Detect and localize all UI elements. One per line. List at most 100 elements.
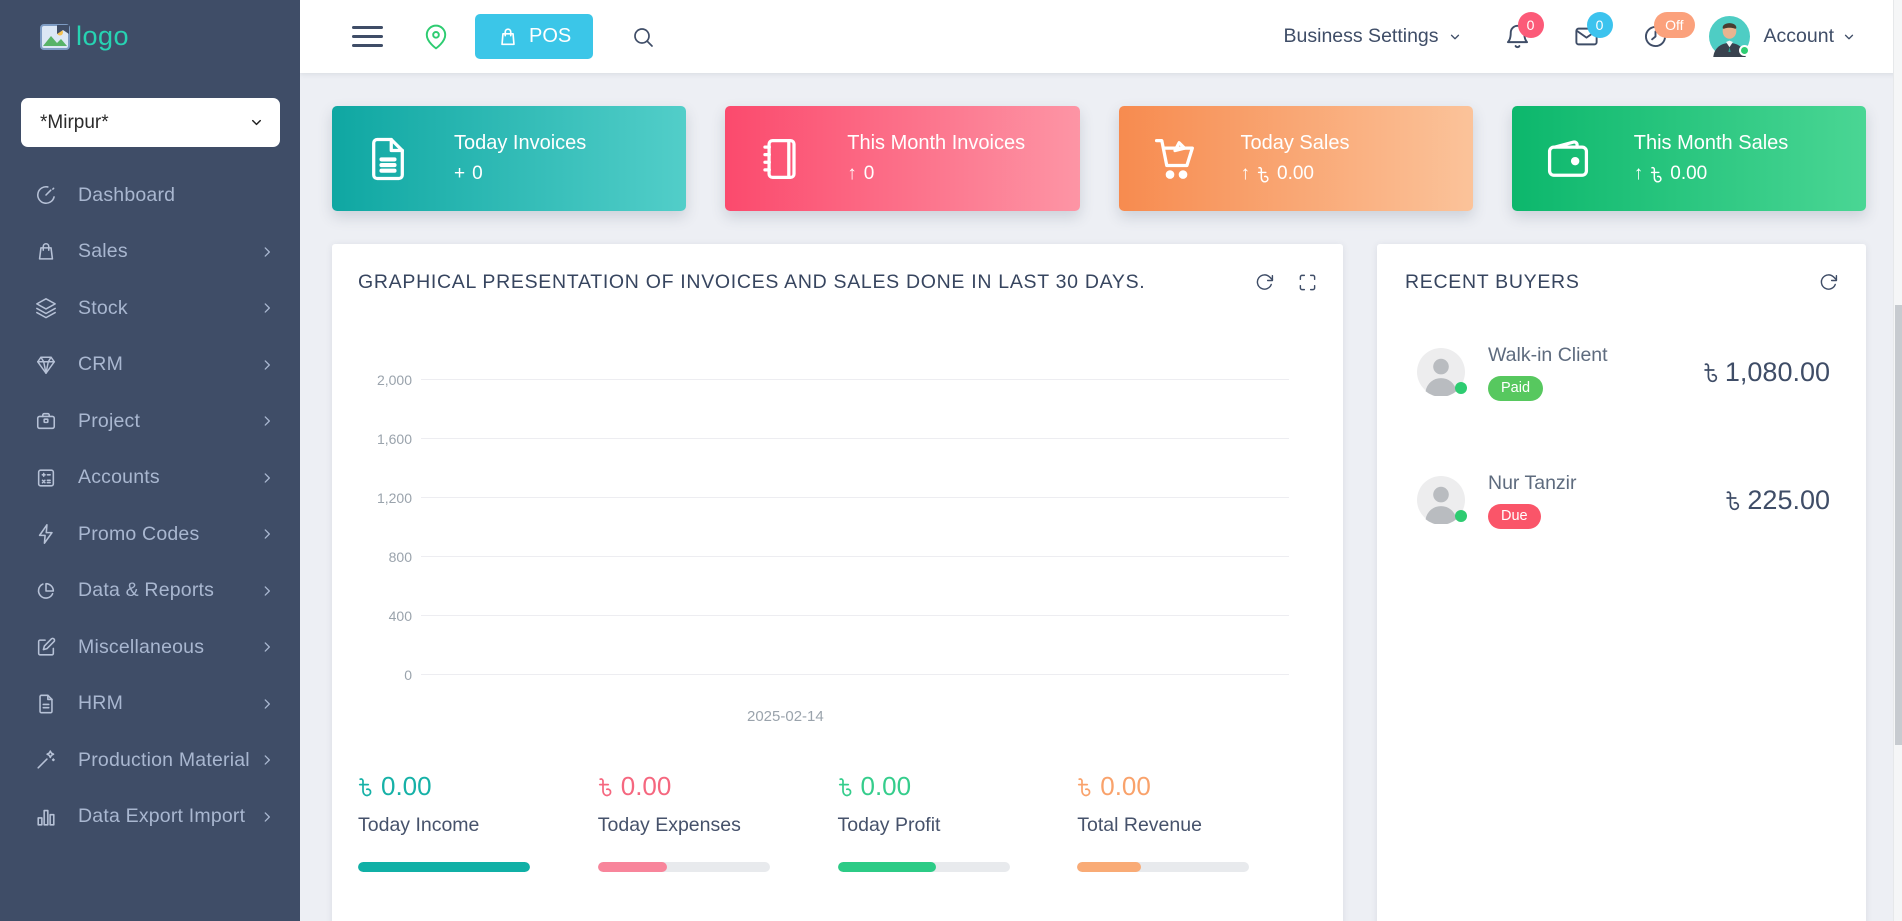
card-value: +0 — [454, 163, 483, 184]
buyer-list-item[interactable]: Walk-in Client Paid 1,080.00 — [1405, 322, 1838, 422]
chevron-right-icon — [260, 301, 274, 315]
hrm-icon — [34, 692, 58, 716]
buyer-list-item[interactable]: Nur Tanzir Due 225.00 — [1405, 450, 1838, 550]
taka-icon — [1725, 489, 1741, 512]
sidebar-item-project[interactable]: Project — [0, 393, 300, 450]
progress-bar — [837, 862, 1010, 872]
today-stats-row: 0.00 Today Income 0.00 Today Expenses 0.… — [358, 771, 1317, 872]
promo-codes-icon — [34, 522, 58, 546]
logo-image-icon — [40, 23, 70, 50]
status-badge: Due — [1488, 503, 1541, 529]
stat-total-revenue: 0.00 Total Revenue — [1077, 771, 1317, 872]
attendance-button[interactable]: Off — [1642, 12, 1695, 50]
progress-bar — [597, 862, 770, 872]
chevron-right-icon — [260, 414, 274, 428]
sidebar-item-label: Sales — [78, 240, 128, 263]
y-axis-tick: 2,000 — [376, 371, 412, 388]
status-badge: Paid — [1488, 375, 1544, 401]
chevron-right-icon — [260, 697, 274, 711]
online-status-dot — [1455, 510, 1467, 522]
sidebar-item-accounts[interactable]: Accounts — [0, 450, 300, 507]
progress-bar — [358, 862, 530, 872]
notifications-button[interactable]: 0 — [1504, 12, 1544, 50]
fullscreen-icon[interactable] — [1298, 273, 1317, 292]
messages-button[interactable]: 0 — [1573, 12, 1613, 50]
y-axis-tick: 800 — [388, 548, 412, 565]
shopping-bag-icon — [497, 26, 519, 48]
sidebar-item-miscellaneous[interactable]: Miscellaneous — [0, 619, 300, 676]
stat-value: 0.00 — [1077, 771, 1317, 802]
progress-bar — [1077, 862, 1250, 872]
sidebar-item-sales[interactable]: Sales — [0, 224, 300, 281]
messages-badge: 0 — [1586, 12, 1613, 38]
sidebar-item-data-export-import[interactable]: Data Export Import — [0, 789, 300, 846]
stock-icon — [34, 296, 58, 320]
sidebar-item-dashboard[interactable]: Dashboard — [0, 167, 300, 224]
page-scrollbar[interactable] — [1893, 0, 1902, 921]
scrollbar-thumb[interactable] — [1895, 305, 1902, 745]
refresh-icon[interactable] — [1255, 273, 1274, 292]
location-pin-icon[interactable] — [423, 24, 449, 50]
pos-button[interactable]: POS — [475, 14, 594, 59]
sales-icon — [34, 240, 58, 264]
stat-label: Today Expenses — [597, 814, 741, 836]
card-today-invoices: Today Invoices +0 — [332, 106, 687, 211]
sidebar-item-data-reports[interactable]: Data & Reports — [0, 563, 300, 620]
chart-panel: GRAPHICAL PRESENTATION OF INVOICES AND S… — [332, 244, 1343, 921]
y-axis-tick: 400 — [388, 607, 412, 624]
sidebar-item-stock[interactable]: Stock — [0, 280, 300, 337]
y-axis-tick: 0 — [404, 666, 412, 683]
taka-icon — [838, 776, 853, 798]
y-axis-tick: 1,200 — [376, 489, 412, 506]
sidebar-item-label: Promo Codes — [78, 522, 200, 545]
sidebar-item-crm[interactable]: CRM — [0, 337, 300, 394]
chevron-down-icon — [1844, 34, 1854, 39]
stat-label: Today Income — [358, 814, 480, 836]
chevron-right-icon — [260, 810, 274, 824]
main-content: Today Invoices +0 This Month Invoices ↑ 0 — [300, 73, 1902, 921]
stat-value: 0.00 — [358, 771, 598, 802]
branch-selector[interactable]: *Mirpur* — [21, 98, 280, 147]
business-settings-menu[interactable]: Business Settings — [1284, 25, 1462, 48]
stat-value: 0.00 — [598, 771, 838, 802]
taka-icon — [1650, 165, 1663, 184]
notebook-icon — [755, 133, 807, 185]
account-menu[interactable]: Account — [1708, 16, 1856, 57]
sidebar-item-label: Data & Reports — [78, 579, 215, 602]
sidebar-item-hrm[interactable]: HRM — [0, 676, 300, 733]
buyer-avatar — [1417, 476, 1467, 524]
avatar — [1708, 16, 1750, 57]
logo-text: logo — [76, 21, 130, 51]
sidebar-nav: Dashboard Sales Stock CRM Project Accoun… — [0, 167, 300, 845]
chevron-down-icon — [1450, 34, 1459, 39]
sidebar-item-label: Miscellaneous — [78, 635, 205, 658]
search-icon[interactable] — [631, 25, 655, 49]
x-axis-label: 2025-02-14 — [747, 708, 824, 725]
online-status-dot — [1738, 45, 1750, 56]
crm-icon — [34, 353, 58, 377]
sidebar-item-promo-codes[interactable]: Promo Codes — [0, 506, 300, 563]
chevron-right-icon — [260, 584, 274, 598]
sidebar: logo *Mirpur* Dashboard Sales Stock CRM … — [0, 0, 300, 921]
sidebar-item-production-material[interactable]: Production Material — [0, 732, 300, 789]
chevron-right-icon — [260, 527, 274, 541]
branch-select-input[interactable]: *Mirpur* — [21, 98, 280, 147]
taka-icon — [1703, 361, 1719, 384]
refresh-icon[interactable] — [1819, 273, 1838, 292]
logo[interactable]: logo — [0, 0, 300, 73]
chart-panel-title: GRAPHICAL PRESENTATION OF INVOICES AND S… — [358, 271, 1146, 293]
card-value: ↑ 0.00 — [1633, 163, 1708, 184]
sidebar-item-label: CRM — [78, 353, 124, 376]
buyer-name: Nur Tanzir — [1488, 471, 1577, 494]
chevron-right-icon — [260, 753, 274, 767]
card-value: ↑ 0 — [847, 163, 875, 184]
buyer-amount: 1,080.00 — [1703, 357, 1830, 388]
menu-toggle-icon[interactable] — [352, 20, 383, 53]
chevron-right-icon — [260, 471, 274, 485]
stat-today-expenses: 0.00 Today Expenses — [597, 771, 838, 872]
dashboard-icon — [34, 183, 58, 207]
chevron-right-icon — [260, 245, 274, 259]
sidebar-item-label: Data Export Import — [78, 805, 246, 828]
sidebar-item-label: Dashboard — [78, 183, 176, 206]
sidebar-item-label: Accounts — [78, 466, 160, 489]
